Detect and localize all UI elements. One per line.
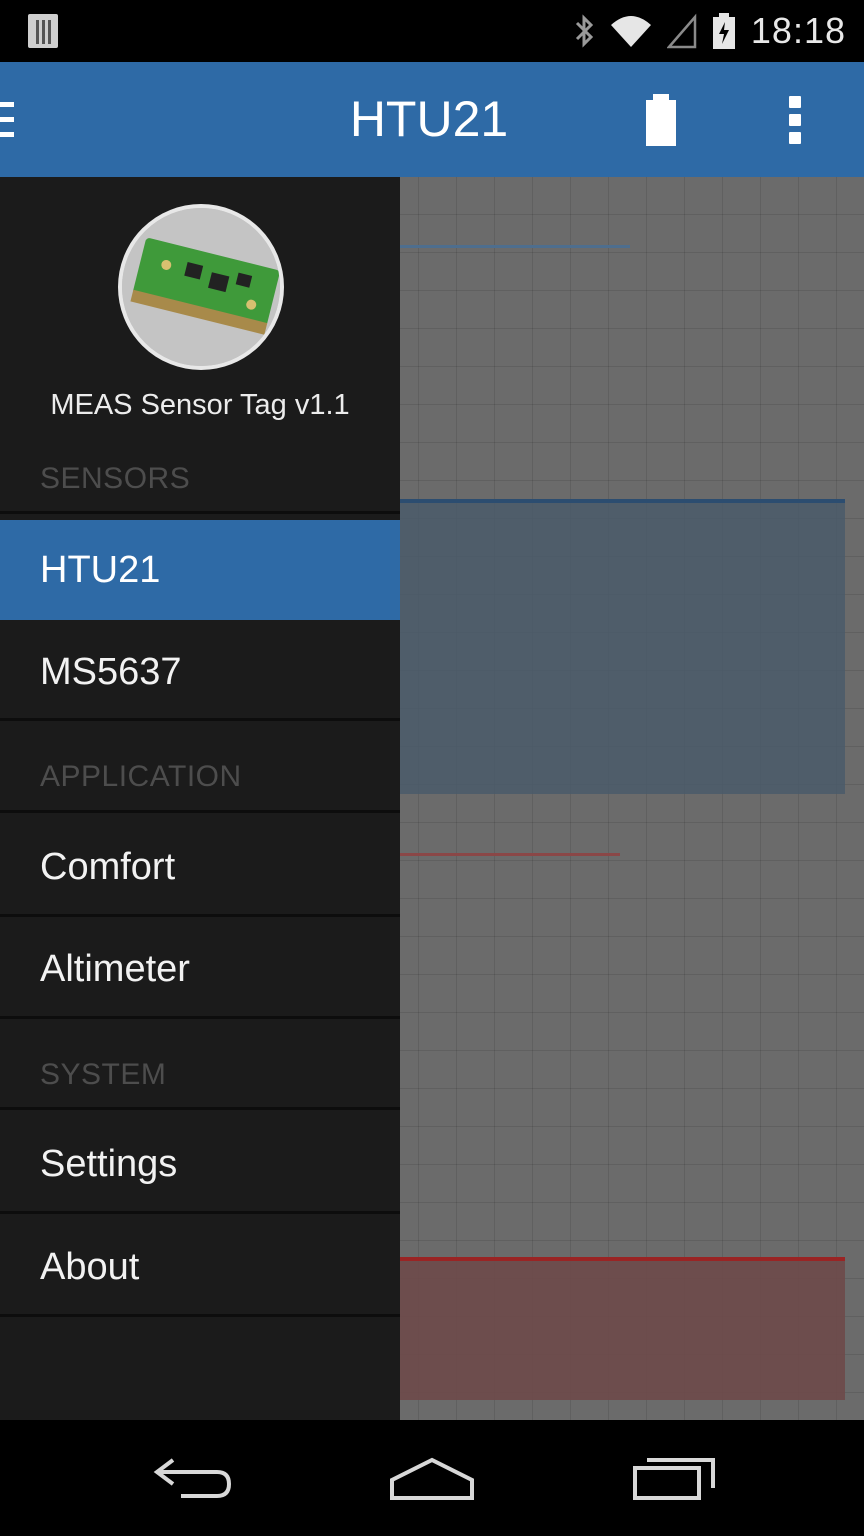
action-bar: HTU21 — [0, 62, 864, 177]
nav-item-label: Altimeter — [40, 947, 190, 990]
home-icon[interactable] — [382, 1448, 482, 1508]
bluetooth-icon — [573, 13, 595, 49]
section-header-sensors: SENSORS — [40, 462, 191, 495]
nav-item-comfort[interactable]: Comfort — [0, 817, 400, 917]
divider — [0, 718, 400, 721]
divider — [0, 1016, 400, 1019]
temperature-chart-line — [400, 1257, 845, 1261]
nav-item-label: MS5637 — [40, 650, 182, 693]
overflow-menu-icon[interactable] — [780, 92, 810, 148]
nav-item-settings[interactable]: Settings — [0, 1114, 400, 1214]
humidity-chart-line — [400, 499, 845, 503]
divider — [0, 810, 400, 813]
status-bar: 18:18 — [0, 0, 864, 62]
status-icons: 18:18 — [573, 10, 846, 52]
humidity-chart-fill — [400, 502, 845, 794]
nav-item-htu21[interactable]: HTU21 — [0, 520, 400, 620]
device-name: MEAS Sensor Tag v1.1 — [50, 389, 350, 421]
nav-item-about[interactable]: About — [0, 1217, 400, 1317]
divider — [0, 1107, 400, 1110]
signal-icon — [666, 13, 697, 49]
status-time: 18:18 — [750, 10, 846, 51]
nav-item-altimeter[interactable]: Altimeter — [0, 919, 400, 1019]
nav-item-label: Comfort — [40, 845, 176, 888]
humidity-chart-top-line — [400, 245, 630, 248]
app-title-text: HTU21 — [349, 91, 509, 147]
temperature-chart-fill — [400, 1260, 845, 1400]
nav-item-label: About — [40, 1245, 140, 1288]
nav-item-label: HTU21 — [40, 548, 161, 591]
notification-icon — [28, 14, 58, 48]
wifi-icon — [609, 13, 653, 49]
divider — [0, 1211, 400, 1214]
section-header-system: SYSTEM — [40, 1058, 167, 1091]
back-icon[interactable] — [143, 1448, 243, 1508]
system-nav-bar — [0, 1420, 864, 1536]
divider — [0, 914, 400, 917]
section-header-application: APPLICATION — [40, 760, 242, 793]
battery-icon[interactable] — [644, 92, 678, 148]
battery-charging-icon — [711, 12, 737, 50]
recent-apps-icon[interactable] — [624, 1448, 724, 1508]
nav-item-label: Settings — [40, 1142, 178, 1185]
device-avatar — [118, 204, 284, 370]
divider — [0, 511, 400, 514]
temperature-chart-top-line — [400, 853, 620, 856]
app-title: HTU21 — [0, 90, 864, 148]
divider — [0, 1314, 400, 1317]
navigation-drawer: MEAS Sensor Tag v1.1 SENSORS HTU21 MS563… — [0, 177, 400, 1420]
nav-item-ms5637[interactable]: MS5637 — [0, 622, 400, 722]
